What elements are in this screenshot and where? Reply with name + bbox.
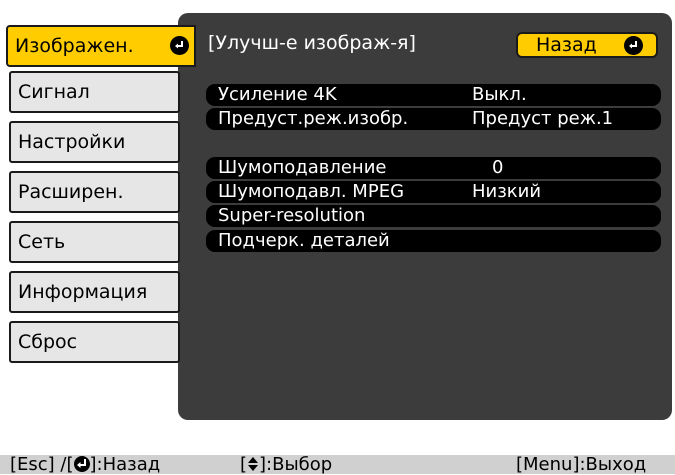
setting-label: Предуст.реж.изобр. xyxy=(218,108,409,129)
sidebar-item-label: Расширен. xyxy=(18,181,124,203)
enter-icon xyxy=(624,36,643,55)
sidebar-item-label: Информация xyxy=(18,281,148,303)
footer-help-bar: [Esc] /[ ]:Назад [ ]:Выбор [Menu]:Выход xyxy=(0,454,675,475)
sidebar-item-reset[interactable]: Сброс xyxy=(9,321,180,363)
footer-esc-hint: [Esc] /[ ]:Назад xyxy=(10,455,160,475)
sidebar-item-image[interactable]: Изображен. xyxy=(6,25,196,67)
footer-exit-hint: [Menu]:Выход xyxy=(516,454,647,475)
footer-select-prefix: [ xyxy=(240,454,248,475)
sidebar-item-label: Сеть xyxy=(18,231,66,253)
setting-value: Выкл. xyxy=(472,84,527,105)
setting-row-detail-enhancement[interactable]: Подчерк. деталей xyxy=(206,230,661,252)
setting-label: Шумоподавл. MPEG xyxy=(218,181,405,202)
sidebar-item-network[interactable]: Сеть xyxy=(9,221,180,263)
footer-esc-suffix: ]:Назад xyxy=(89,454,161,475)
setting-row-preset-mode[interactable]: Предуст.реж.изобр. Предуст реж.1 xyxy=(206,108,661,130)
setting-row-mpeg-noise-reduction[interactable]: Шумоподавл. MPEG Низкий xyxy=(206,181,661,203)
footer-esc-prefix: [Esc] /[ xyxy=(10,454,74,475)
back-button-label: Назад xyxy=(536,34,597,56)
enter-icon xyxy=(73,456,90,472)
setting-label: Подчерк. деталей xyxy=(218,230,390,251)
sidebar-item-settings[interactable]: Настройки xyxy=(9,121,180,163)
sidebar-item-label: Изображен. xyxy=(15,35,134,57)
updown-arrow-icon xyxy=(247,456,259,472)
back-button[interactable]: Назад xyxy=(516,32,658,58)
panel-title: [Улучш-е изображ-я] xyxy=(208,32,416,54)
sidebar-item-label: Сброс xyxy=(18,331,78,353)
sidebar-item-label: Настройки xyxy=(18,131,126,153)
setting-value: 0 xyxy=(492,157,504,178)
sidebar-item-label: Сигнал xyxy=(18,81,90,103)
footer-select-hint: [ ]:Выбор xyxy=(240,455,332,475)
setting-label: Шумоподавление xyxy=(218,157,387,178)
setting-label: Усиление 4K xyxy=(218,84,337,105)
sidebar-item-information[interactable]: Информация xyxy=(9,271,180,313)
footer-select-suffix: ]:Выбор xyxy=(259,454,333,475)
enter-icon xyxy=(170,36,189,55)
setting-row-4k-enhancement[interactable]: Усиление 4K Выкл. xyxy=(206,84,661,106)
sidebar-item-extended[interactable]: Расширен. xyxy=(9,171,180,213)
setting-label: Super-resolution xyxy=(218,205,366,226)
setting-row-super-resolution[interactable]: Super-resolution xyxy=(206,205,661,227)
setting-value: Низкий xyxy=(472,181,542,202)
setting-row-noise-reduction[interactable]: Шумоподавление 0 xyxy=(206,157,661,179)
sidebar-item-signal[interactable]: Сигнал xyxy=(9,71,180,113)
setting-value: Предуст реж.1 xyxy=(472,108,614,129)
